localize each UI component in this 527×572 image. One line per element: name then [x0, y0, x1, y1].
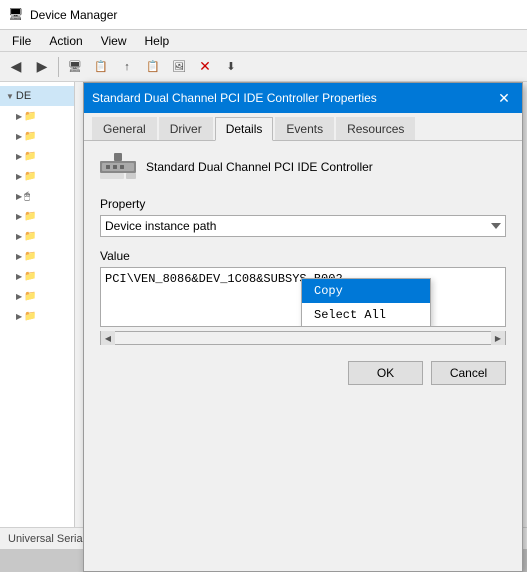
property-label: Property: [100, 197, 506, 211]
tree-arrow-7: ▶: [16, 232, 22, 241]
dialog-title: Standard Dual Channel PCI IDE Controller…: [92, 91, 377, 105]
tab-details[interactable]: Details: [215, 117, 274, 141]
tab-driver[interactable]: Driver: [159, 117, 213, 140]
device-name-label: Standard Dual Channel PCI IDE Controller: [146, 160, 373, 174]
tree-item-9[interactable]: ▶ 📁: [0, 266, 74, 286]
menu-action[interactable]: Action: [41, 32, 90, 50]
titlebar: 🖥 Device Manager: [0, 0, 527, 30]
tree-root-label: DE: [16, 90, 31, 102]
cancel-button[interactable]: Cancel: [431, 361, 506, 385]
tree-arrow-5: ▶: [16, 192, 22, 201]
dialog-close-button[interactable]: ✕: [494, 88, 514, 108]
tree-arrow-2: ▶: [16, 132, 22, 141]
toolbar-scan-button[interactable]: ⬇: [219, 55, 243, 79]
context-menu-select-all[interactable]: Select All: [302, 303, 430, 327]
tree-arrow-11: ▶: [16, 312, 22, 321]
menu-help[interactable]: Help: [137, 32, 178, 50]
menu-file[interactable]: File: [4, 32, 39, 50]
tree-item-5[interactable]: ▶ 🖱: [0, 186, 74, 206]
tree-item-2[interactable]: ▶ 📁: [0, 126, 74, 146]
tree-arrow-3: ▶: [16, 152, 22, 161]
tree-item-11[interactable]: ▶ 📁: [0, 306, 74, 326]
dialog-buttons: OK Cancel: [100, 361, 506, 385]
property-select[interactable]: Device instance path: [100, 215, 506, 237]
toolbar-forward-button[interactable]: ▶: [30, 55, 54, 79]
tree-arrow-10: ▶: [16, 292, 22, 301]
scrollbar-track[interactable]: [115, 332, 491, 344]
dialog-titlebar: Standard Dual Channel PCI IDE Controller…: [84, 83, 522, 113]
toolbar-remove-button[interactable]: ✕: [193, 55, 217, 79]
tree-arrow-9: ▶: [16, 272, 22, 281]
menubar: File Action View Help: [0, 30, 527, 52]
tree-item-6[interactable]: ▶ 📁: [0, 206, 74, 226]
tree-arrow-1: ▶: [16, 112, 22, 121]
value-box[interactable]: PCI\VEN_8086&DEV_1C08&SUBSYS_B002 Copy S…: [100, 267, 506, 327]
scrollbar-left-button[interactable]: ◀: [101, 331, 115, 345]
toolbar: ◀ ▶ 🖥 📋 ↑ 📋 🖼 ✕ ⬇: [0, 52, 527, 82]
dialog-body: Standard Dual Channel PCI IDE Controller…: [84, 141, 522, 397]
tree-item-7[interactable]: ▶ 📁: [0, 226, 74, 246]
toolbar-driver-button[interactable]: 📋: [141, 55, 165, 79]
app-icon: 🖥: [8, 7, 24, 23]
tree-item-10[interactable]: ▶ 📁: [0, 286, 74, 306]
tree-item-3[interactable]: ▶ 📁: [0, 146, 74, 166]
ok-button[interactable]: OK: [348, 361, 423, 385]
tree-arrow-6: ▶: [16, 212, 22, 221]
tree-root[interactable]: ▼ DE: [0, 86, 74, 106]
tab-resources[interactable]: Resources: [336, 117, 415, 140]
context-menu: Copy Select All: [301, 278, 431, 327]
tree-item-8[interactable]: ▶ 📁: [0, 246, 74, 266]
tab-bar: General Driver Details Events Resources: [84, 113, 522, 141]
scrollbar-right-button[interactable]: ▶: [491, 331, 505, 345]
sidebar-tree: ▼ DE ▶ 📁 ▶ 📁 ▶ 📁 ▶ 📁 ▶ 🖱: [0, 82, 75, 549]
device-manager-window: 🖥 Device Manager File Action View Help ◀…: [0, 0, 527, 549]
toolbar-update-button[interactable]: ↑: [115, 55, 139, 79]
value-label: Value: [100, 249, 506, 263]
toolbar-properties-button[interactable]: 📋: [89, 55, 113, 79]
tree-arrow-8: ▶: [16, 252, 22, 261]
app-title: Device Manager: [30, 8, 117, 22]
tab-general[interactable]: General: [92, 117, 157, 140]
toolbar-separator-1: [58, 57, 59, 77]
device-header: Standard Dual Channel PCI IDE Controller: [100, 153, 506, 181]
tree-item-1[interactable]: ▶ 📁: [0, 106, 74, 126]
tree-expand-icon: ▼: [6, 92, 14, 101]
main-content: ▼ DE ▶ 📁 ▶ 📁 ▶ 📁 ▶ 📁 ▶ 🖱: [0, 82, 527, 549]
menu-view[interactable]: View: [93, 32, 135, 50]
pci-controller-icon: [100, 153, 136, 181]
toolbar-icon-button[interactable]: 🖼: [167, 55, 191, 79]
properties-dialog: Standard Dual Channel PCI IDE Controller…: [83, 82, 523, 572]
tree-item-4[interactable]: ▶ 📁: [0, 166, 74, 186]
toolbar-back-button[interactable]: ◀: [4, 55, 28, 79]
horizontal-scrollbar[interactable]: ◀ ▶: [100, 331, 506, 345]
device-icon: [100, 153, 136, 181]
tab-events[interactable]: Events: [275, 117, 334, 140]
toolbar-device-manager-button[interactable]: 🖥: [63, 55, 87, 79]
context-menu-copy[interactable]: Copy: [302, 279, 430, 303]
tree-arrow-4: ▶: [16, 172, 22, 181]
